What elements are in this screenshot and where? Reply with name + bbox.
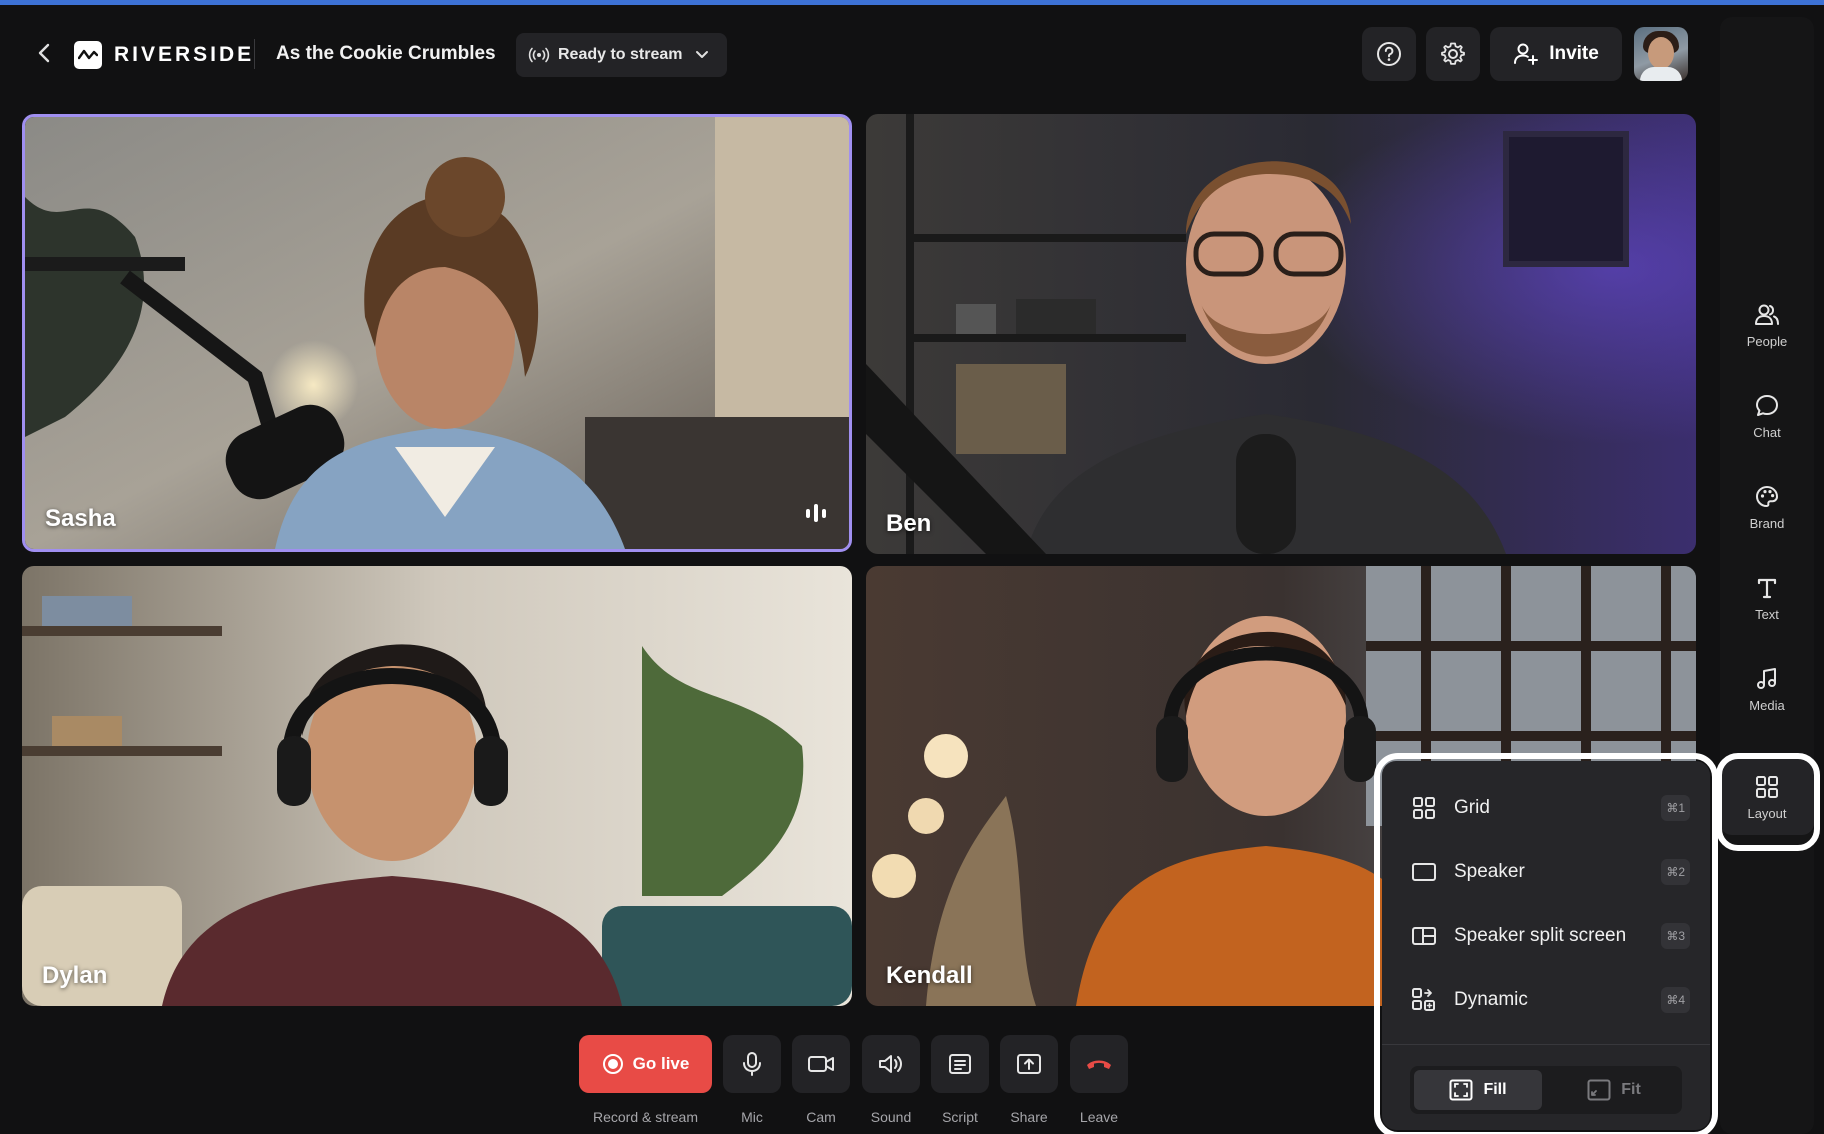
brand-logo[interactable]: RIVERSIDE: [74, 41, 254, 69]
sound-button[interactable]: [862, 1035, 920, 1093]
brand-name: RIVERSIDE: [114, 43, 255, 66]
menu-divider: [1382, 1044, 1710, 1045]
participant-video: [866, 114, 1696, 554]
layout-option-speaker[interactable]: Speaker ⌘2: [1382, 842, 1710, 902]
speaker-layout-icon: [1410, 858, 1438, 886]
chevron-down-icon: [695, 51, 708, 58]
fit-icon: [1587, 1079, 1611, 1101]
participant-name: Dylan: [42, 962, 108, 989]
broadcast-icon: [528, 47, 550, 63]
fill-label: Fill: [1483, 1081, 1507, 1098]
people-icon: [1755, 304, 1779, 325]
cam-button[interactable]: [792, 1035, 850, 1093]
video-tile-sasha[interactable]: Sasha: [22, 114, 852, 552]
sidebar-item-chat[interactable]: Chat: [1720, 378, 1814, 454]
header-divider: [254, 39, 255, 69]
right-sidebar: People Chat Brand Text Media Layout: [1720, 17, 1814, 1134]
cam-label: Cam: [806, 1109, 836, 1125]
script-button[interactable]: [931, 1035, 989, 1093]
speaker-icon: [879, 1055, 902, 1073]
fill-fit-toggle: Fill Fit: [1410, 1066, 1682, 1114]
script-label: Script: [942, 1109, 978, 1125]
audio-level-icon: [806, 504, 826, 522]
video-tile-dylan[interactable]: Dylan: [22, 566, 852, 1006]
script-icon: [949, 1054, 971, 1074]
participant-video: [25, 117, 849, 549]
text-icon: [1757, 578, 1777, 598]
record-icon: [602, 1054, 623, 1074]
music-icon: [1757, 667, 1776, 689]
split-screen-icon: [1410, 922, 1438, 950]
shortcut-badge: ⌘1: [1661, 795, 1690, 821]
participant-name: Sasha: [45, 505, 116, 532]
studio-app: RIVERSIDE As the Cookie Crumbles Ready t…: [0, 5, 1824, 1134]
leave-label: Leave: [1079, 1109, 1119, 1125]
shortcut-badge: ⌘4: [1661, 987, 1690, 1013]
participant-name: Kendall: [886, 962, 973, 989]
user-avatar[interactable]: [1634, 27, 1688, 81]
sidebar-item-text[interactable]: Text: [1720, 560, 1814, 636]
go-live-label: Go live: [632, 1054, 690, 1073]
sidebar-item-label: Chat: [1753, 424, 1781, 440]
sidebar-item-label: People: [1746, 333, 1788, 349]
fill-option[interactable]: Fill: [1414, 1070, 1542, 1110]
project-title[interactable]: As the Cookie Crumbles: [276, 43, 496, 65]
riverside-logo-icon: [74, 41, 102, 69]
share-button[interactable]: [1000, 1035, 1058, 1093]
leave-button[interactable]: [1070, 1035, 1128, 1093]
fit-label: Fit: [1621, 1081, 1641, 1098]
chat-icon: [1756, 394, 1778, 416]
layout-option-grid[interactable]: Grid ⌘1: [1382, 778, 1710, 838]
shortcut-badge: ⌘2: [1661, 859, 1690, 885]
back-button[interactable]: [30, 39, 58, 67]
sound-label: Sound: [870, 1109, 912, 1125]
fill-icon: [1449, 1079, 1473, 1101]
dynamic-layout-icon: [1410, 986, 1438, 1014]
sidebar-item-people[interactable]: People: [1720, 287, 1814, 363]
add-user-icon: [1514, 43, 1539, 65]
fit-option[interactable]: Fit: [1550, 1070, 1678, 1110]
chevron-left-icon: [38, 43, 50, 63]
sidebar-item-brand[interactable]: Brand: [1720, 469, 1814, 545]
stream-status-label: Ready to stream: [558, 46, 683, 63]
sidebar-item-label: Media: [1749, 697, 1785, 713]
layout-option-dynamic[interactable]: Dynamic ⌘4: [1382, 970, 1710, 1030]
participant-video: [22, 566, 852, 1006]
video-tile-ben[interactable]: Ben: [866, 114, 1696, 554]
gear-icon: [1441, 42, 1465, 65]
palette-icon: [1756, 485, 1778, 507]
layout-option-label: Grid: [1454, 797, 1490, 818]
hang-up-icon: [1087, 1060, 1111, 1069]
sidebar-item-label: Brand: [1749, 515, 1785, 531]
sidebar-item-media[interactable]: Media: [1720, 651, 1814, 727]
header: RIVERSIDE As the Cookie Crumbles Ready t…: [0, 5, 1712, 101]
invite-label: Invite: [1549, 43, 1599, 64]
go-live-button[interactable]: Go live: [579, 1035, 712, 1093]
sidebar-item-label: Text: [1755, 606, 1779, 622]
layout-menu: Grid ⌘1 Speaker ⌘2 Speaker split screen …: [1382, 761, 1710, 1130]
layout-option-label: Speaker split screen: [1454, 925, 1627, 946]
layout-option-label: Speaker: [1454, 861, 1525, 882]
share-label: Share: [1010, 1109, 1048, 1125]
mic-button[interactable]: [723, 1035, 781, 1093]
layout-option-speaker-split-screen[interactable]: Speaker split screen ⌘3: [1382, 906, 1710, 966]
grid-icon: [1410, 794, 1438, 822]
help-icon: [1377, 42, 1401, 66]
layout-option-label: Dynamic: [1454, 989, 1528, 1010]
settings-button[interactable]: [1426, 27, 1480, 81]
mic-icon: [743, 1052, 761, 1076]
shortcut-badge: ⌘3: [1661, 923, 1690, 949]
layout-highlight-ring: [1716, 753, 1820, 851]
share-screen-icon: [1017, 1054, 1041, 1074]
mic-label: Mic: [741, 1109, 763, 1125]
participant-name: Ben: [886, 510, 932, 537]
invite-button[interactable]: Invite: [1490, 27, 1622, 81]
record-stream-label: Record & stream: [592, 1109, 699, 1125]
stream-status-dropdown[interactable]: Ready to stream: [516, 33, 727, 77]
camera-icon: [808, 1056, 834, 1072]
bottom-controls: Go live Record & stream Mic Cam Sound Sc…: [0, 1035, 1200, 1130]
help-button[interactable]: [1362, 27, 1416, 81]
